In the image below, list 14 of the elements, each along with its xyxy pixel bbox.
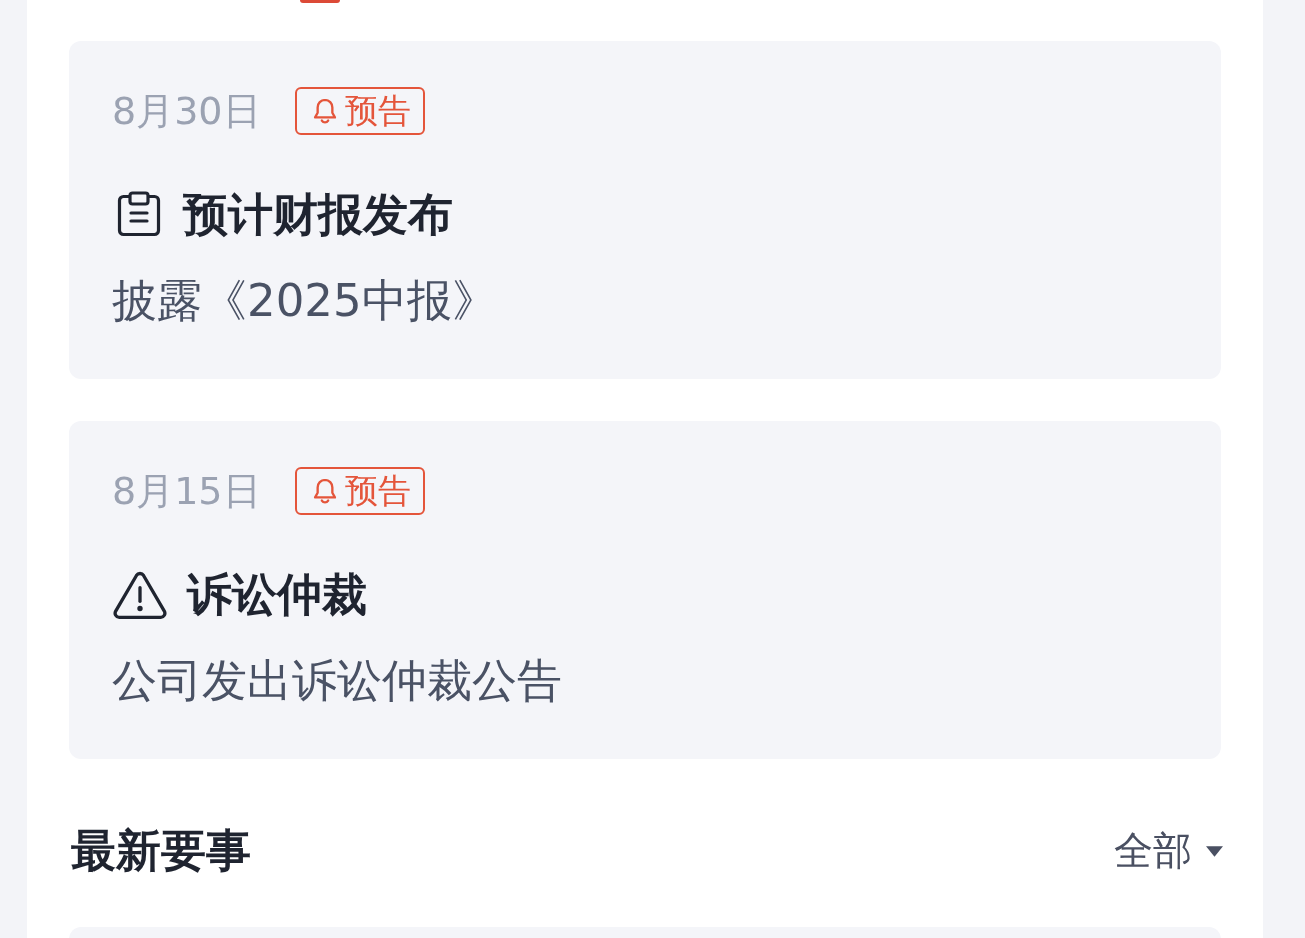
filter-dropdown[interactable]: 全部 <box>1114 826 1223 876</box>
tab-indicator <box>300 0 340 3</box>
event-description: 披露《2025中报》 <box>112 273 498 329</box>
event-description: 公司发出诉讼仲裁公告 <box>112 653 563 709</box>
event-date: 8月15日 <box>112 468 261 515</box>
section-title: 最新要事 <box>71 823 251 879</box>
forecast-badge: 预告 <box>294 467 425 515</box>
clipboard-icon <box>115 191 163 239</box>
forecast-badge: 预告 <box>294 87 425 135</box>
event-date: 8月30日 <box>112 88 261 135</box>
event-title: 诉讼仲裁 <box>187 567 367 623</box>
warning-icon <box>113 571 167 619</box>
event-title: 预计财报发布 <box>183 187 453 243</box>
caret-icon <box>1206 845 1223 857</box>
